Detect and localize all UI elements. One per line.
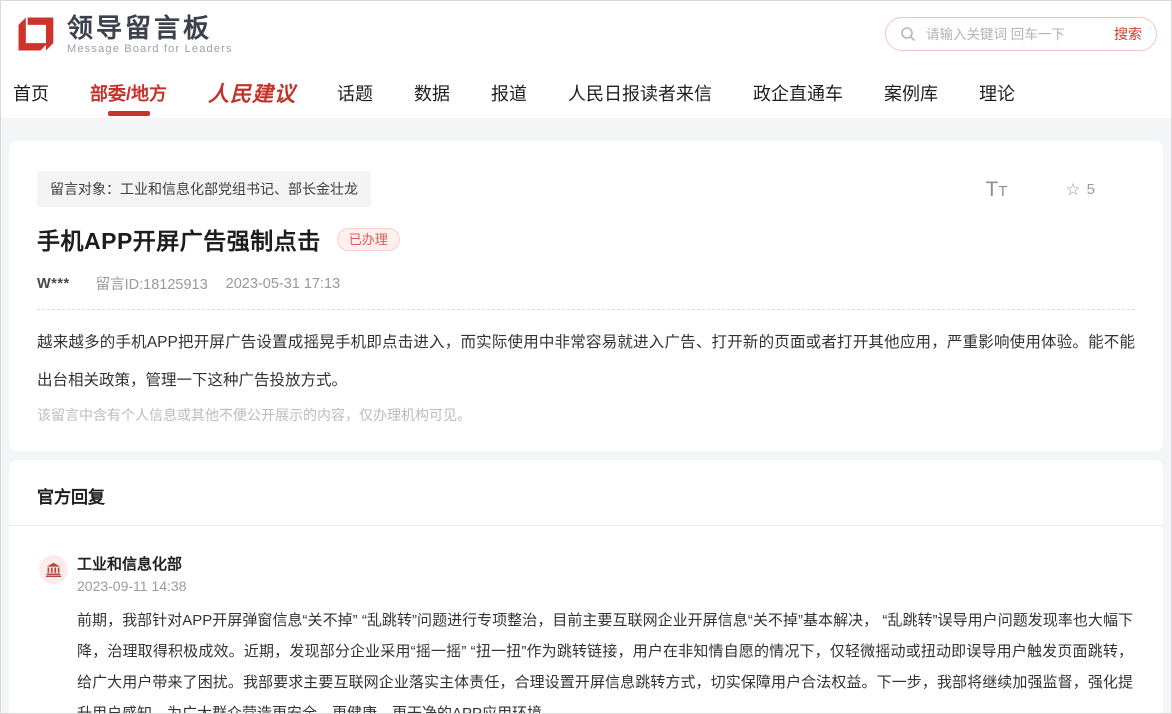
page: 领导留言板 Message Board for Leaders 搜索 首页 部委…: [0, 0, 1172, 714]
message-title: 手机APP开屏广告强制点击: [37, 222, 321, 256]
nav-item-topics[interactable]: 话题: [337, 67, 373, 119]
brand-logo-icon: [13, 12, 57, 56]
reply-item: 工业和信息化部 2023-09-11 14:38 前期，我部针对APP开屏弹窗信…: [9, 526, 1163, 714]
agency-avatar: [39, 555, 68, 584]
star-icon[interactable]: ☆: [1065, 181, 1080, 198]
reply-timestamp: 2023-09-11 14:38: [77, 578, 187, 594]
search-box[interactable]: 搜索: [885, 17, 1157, 51]
nav-item-gov-enterprise[interactable]: 政企直通车: [753, 67, 843, 119]
site-header: 领导留言板 Message Board for Leaders 搜索: [1, 1, 1171, 67]
site-logo[interactable]: 领导留言板 Message Board for Leaders: [13, 12, 233, 56]
nav-item-case-library[interactable]: 案例库: [884, 67, 938, 119]
message-author: W***: [37, 276, 70, 292]
reply-agency-name: 工业和信息化部: [77, 553, 187, 574]
official-reply-card: 官方回复: [9, 460, 1163, 714]
status-badge: 已办理: [337, 228, 400, 251]
nav-item-readers-letters[interactable]: 人民日报读者来信: [568, 67, 712, 119]
star-count: 5: [1087, 181, 1095, 198]
privacy-note: 该留言中含有个人信息或其他不便公开展示的内容，仅办理机构可见。: [37, 405, 1135, 425]
message-body: 越来越多的手机APP把开屏广告设置成摇晃手机即点击进入，而实际使用中非常容易就进…: [37, 324, 1135, 400]
site-title: 领导留言板: [67, 14, 233, 42]
star-group[interactable]: ☆ 5: [1065, 181, 1095, 198]
nav-item-reports[interactable]: 报道: [491, 67, 527, 119]
search-button[interactable]: 搜索: [1114, 24, 1142, 44]
search-icon: [900, 26, 916, 42]
message-id: 留言ID:18125913: [96, 273, 208, 294]
font-size-toggle-icon[interactable]: TT: [985, 179, 1007, 200]
site-subtitle: Message Board for Leaders: [67, 43, 233, 55]
reply-section-heading: 官方回复: [37, 483, 1135, 508]
nav-item-data[interactable]: 数据: [414, 67, 450, 119]
nav-item-home[interactable]: 首页: [13, 67, 49, 119]
nav-item-theory[interactable]: 理论: [979, 67, 1015, 119]
government-building-icon: [45, 561, 62, 578]
nav-item-ministries-regions[interactable]: 部委/地方: [90, 67, 167, 119]
main-nav: 首页 部委/地方 人民建议 话题 数据 报道 人民日报读者来信 政企直通车 案例…: [1, 67, 1171, 119]
search-input[interactable]: [926, 27, 1114, 42]
message-card: 留言对象：工业和信息化部党组书记、部长金壮龙 TT ☆ 5 手机APP开屏广告强…: [9, 141, 1163, 451]
nav-item-peoples-suggestions[interactable]: 人民建议: [208, 67, 296, 119]
message-target-tag: 留言对象：工业和信息化部党组书记、部长金壮龙: [37, 171, 371, 207]
reply-body: 前期，我部针对APP开屏弹窗信息“关不掉” “乱跳转”问题进行专项整治，目前主要…: [77, 605, 1133, 714]
message-timestamp: 2023-05-31 17:13: [226, 276, 341, 292]
